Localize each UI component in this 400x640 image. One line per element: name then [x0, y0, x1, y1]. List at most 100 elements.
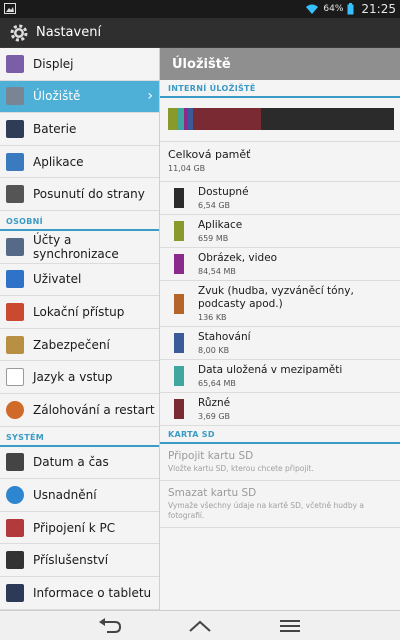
- sidebar-item-label: Zabezpečení: [33, 337, 110, 352]
- sidebar-item-security[interactable]: Zabezpečení: [0, 329, 159, 362]
- menu-button[interactable]: [275, 616, 305, 636]
- sidebar-item-accounts[interactable]: Účty a synchronizace: [0, 231, 159, 264]
- lock-icon: [6, 335, 24, 354]
- settings-gear-icon[interactable]: [8, 22, 30, 44]
- location-icon: [6, 302, 24, 321]
- action-bar: Nastavení: [0, 18, 400, 48]
- sidebar-item-label: Příslušenství: [33, 553, 109, 568]
- wifi-icon: [306, 4, 319, 14]
- category-size: 84,54 MB: [198, 267, 236, 276]
- category-color-swatch: [174, 366, 184, 386]
- back-button[interactable]: [95, 616, 125, 636]
- storage-detail-pane: Úložiště INTERNÍ ÚLOŽIŠTĚ Celková paměť …: [160, 48, 400, 610]
- sidebar-item-label: Úložiště: [33, 89, 81, 104]
- home-button[interactable]: [185, 616, 215, 636]
- sd-mount-desc: Vložte kartu SD, kterou chcete připojit.: [168, 464, 314, 473]
- sidebar-item-language[interactable]: Jazyk a vstup: [0, 361, 159, 394]
- category-name: Různé: [198, 397, 231, 409]
- category-color-swatch: [174, 333, 184, 353]
- status-bar: 64% 21:25: [0, 0, 400, 18]
- sidebar-item-apps[interactable]: Aplikace: [0, 146, 159, 179]
- storage-category-item[interactable]: Dostupné 6,54 GB: [160, 182, 400, 215]
- navigation-bar: [0, 610, 400, 640]
- sd-erase-item: Smazat kartu SD Vymaže všechny údaje na …: [160, 481, 400, 528]
- storage-usage-bar: [168, 108, 394, 130]
- storage-bar-segment: [177, 108, 184, 130]
- category-color-swatch: [174, 221, 184, 241]
- back-icon: [99, 617, 122, 633]
- storage-category-item[interactable]: Aplikace 659 MB: [160, 215, 400, 248]
- sidebar-item-tablet-info[interactable]: Informace o tabletu: [0, 577, 159, 610]
- sidebar-item-user[interactable]: Uživatel: [0, 264, 159, 297]
- storage-category-item[interactable]: Stahování 8,00 KB: [160, 327, 400, 360]
- storage-category-item[interactable]: Zvuk (hudba, vyzváněcí tóny, podcasty ap…: [160, 281, 400, 327]
- display-icon: [6, 54, 24, 73]
- category-size: 6,54 GB: [198, 201, 231, 210]
- calendar-icon: [6, 453, 24, 472]
- apps-icon: [6, 152, 24, 171]
- sidebar-item-label: Jazyk a vstup: [33, 370, 113, 385]
- sidebar-item-label: Baterie: [33, 121, 77, 136]
- side-swipe-icon: [6, 185, 24, 204]
- pc-connection-icon: [6, 518, 24, 537]
- section-header-internal: INTERNÍ ÚLOŽIŠTĚ: [160, 80, 400, 98]
- sidebar-item-accessibility[interactable]: Usnadnění: [0, 479, 159, 512]
- total-memory: Celková paměť 11,04 GB: [160, 142, 400, 182]
- total-memory-label: Celková paměť: [168, 148, 251, 161]
- sidebar-item-pc-connection[interactable]: Připojení k PC: [0, 512, 159, 545]
- sidebar-item-label: Zálohování a restart: [33, 402, 155, 417]
- category-name: Stahování: [198, 331, 251, 343]
- sidebar-item-side-swipe[interactable]: Posunutí do strany: [0, 178, 159, 211]
- sidebar-item-storage[interactable]: Úložiště ›: [0, 80, 159, 114]
- sidebar-item-date-time[interactable]: Datum a čas: [0, 447, 159, 480]
- storage-bar-segment: [260, 108, 394, 130]
- page-title: Úložiště: [160, 48, 400, 80]
- menu-icon: [280, 619, 300, 632]
- sidebar-item-backup[interactable]: Zálohování a restart: [0, 394, 159, 427]
- sidebar-item-label: Datum a čas: [33, 455, 109, 470]
- section-header-sd: KARTA SD: [160, 426, 400, 444]
- accessibility-icon: [6, 485, 24, 504]
- sd-mount-item: Připojit kartu SD Vložte kartu SD, ktero…: [160, 444, 400, 481]
- sidebar-item-label: Připojení k PC: [33, 520, 116, 535]
- sidebar-item-label: Informace o tabletu: [33, 585, 152, 600]
- sidebar-item-label: Účty a synchronizace: [33, 232, 119, 261]
- sidebar-item-label: Usnadnění: [33, 487, 97, 502]
- category-size: 65,64 MB: [198, 379, 236, 388]
- sidebar-item-label: Displej: [33, 56, 74, 71]
- sidebar-item-battery[interactable]: Baterie: [0, 113, 159, 146]
- storage-category-item[interactable]: Různé 3,69 GB: [160, 393, 400, 426]
- category-name: Data uložená v mezipaměti: [198, 364, 343, 376]
- sidebar-item-label: Uživatel: [33, 272, 82, 287]
- tablet-info-icon: [6, 583, 24, 602]
- backup-icon: [6, 400, 24, 419]
- sidebar-item-accessories[interactable]: Příslušenství: [0, 544, 159, 577]
- section-header-personal: OSOBNÍ: [0, 210, 159, 231]
- storage-category-item[interactable]: Obrázek, video 84,54 MB: [160, 248, 400, 281]
- storage-bar-segment: [168, 108, 178, 130]
- home-icon: [189, 620, 211, 632]
- battery-icon: [347, 3, 354, 15]
- category-name: Dostupné: [198, 186, 249, 198]
- category-color-swatch: [174, 293, 184, 314]
- gallery-notification-icon: [4, 3, 16, 14]
- category-color-swatch: [174, 188, 184, 208]
- sidebar-item-label: Aplikace: [33, 154, 84, 169]
- category-size: 659 MB: [198, 234, 229, 243]
- accounts-icon: [6, 237, 24, 256]
- settings-sidebar: Displej Úložiště › Baterie Aplikace Posu…: [0, 48, 160, 610]
- storage-category-item[interactable]: Data uložená v mezipaměti 65,64 MB: [160, 360, 400, 393]
- category-name: Aplikace: [198, 219, 243, 231]
- sd-erase-desc: Vymaže všechny údaje na kartě SD, včetně…: [168, 501, 364, 520]
- category-name: Obrázek, video: [198, 252, 278, 264]
- category-size: 8,00 KB: [198, 346, 230, 355]
- clock: 21:25: [361, 2, 396, 16]
- total-memory-value: 11,04 GB: [168, 164, 206, 173]
- sidebar-item-location[interactable]: Lokační přístup: [0, 296, 159, 329]
- user-icon: [6, 270, 24, 289]
- category-color-swatch: [174, 254, 184, 274]
- sidebar-item-label: Lokační přístup: [33, 304, 125, 319]
- category-size: 136 KB: [198, 313, 227, 322]
- category-name: Zvuk (hudba, vyzváněcí tóny, podcasty ap…: [198, 285, 354, 310]
- sidebar-item-display[interactable]: Displej: [0, 48, 159, 81]
